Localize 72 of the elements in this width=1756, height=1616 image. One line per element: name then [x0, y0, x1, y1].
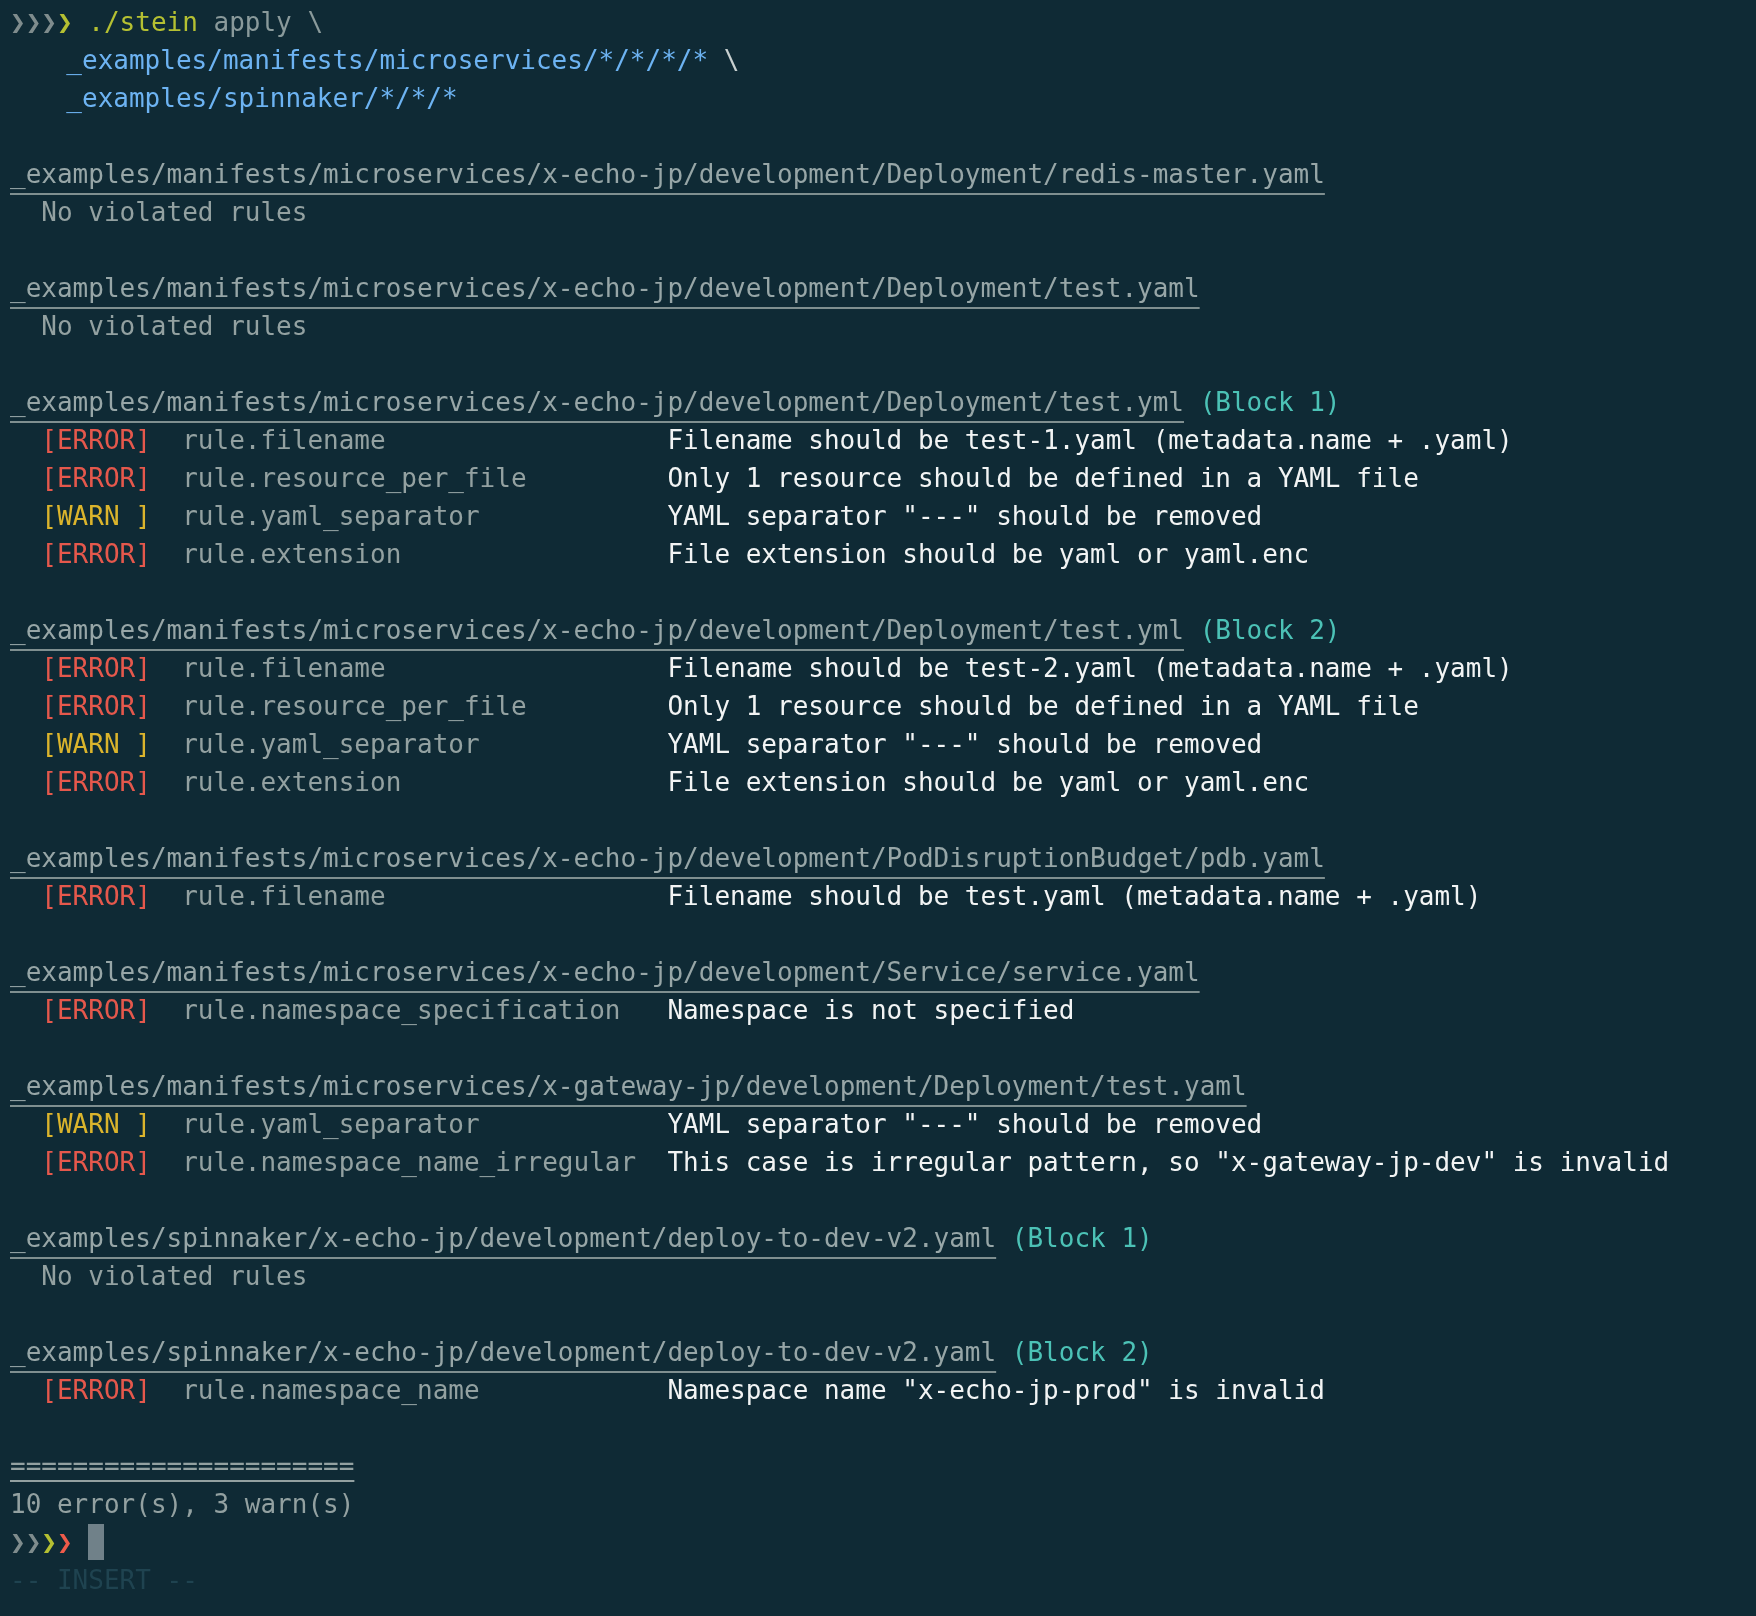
rule-name: rule.resource_per_file	[182, 463, 527, 493]
block-label: (Block 1)	[1199, 386, 1341, 419]
status-message: No violated rules	[41, 310, 308, 343]
prompt-chevron: ❯	[10, 6, 26, 39]
prompt-chevron: ❯	[41, 1526, 57, 1559]
line-continuation: \	[307, 6, 324, 39]
prompt-chevron: ❯	[10, 1526, 26, 1559]
violation-message: Filename should be test-1.yaml (metadata.name + .yaml)	[667, 424, 1513, 457]
severity-tag: [ERROR]	[41, 995, 151, 1025]
violation-message: YAML separator "---" should be removed	[667, 728, 1263, 761]
violation-message: Filename should be test-2.yaml (metadata.name + .yaml)	[667, 652, 1513, 685]
summary-text: 10 error(s), 3 warn(s)	[10, 1488, 355, 1521]
violation-message: Namespace name "x-echo-jp-prod" is invalid	[667, 1374, 1325, 1407]
status-message: No violated rules	[41, 1260, 308, 1293]
prompt-chevron: ❯	[56, 6, 73, 39]
command-argument: _examples/spinnaker/*/*/*	[66, 82, 458, 115]
rule-name: rule.filename	[182, 425, 386, 455]
violation-message: Namespace is not specified	[667, 994, 1075, 1027]
violation-message: Only 1 resource should be defined in a YAML file	[667, 690, 1419, 723]
rule-name: rule.filename	[182, 653, 386, 683]
violation-message: YAML separator "---" should be removed	[667, 1108, 1263, 1141]
separator-line: ======================	[10, 1450, 355, 1483]
violation-message: Only 1 resource should be defined in a YAML file	[667, 462, 1419, 495]
rule-name: rule.resource_per_file	[182, 691, 527, 721]
line-continuation: \	[723, 44, 740, 77]
file-path: _examples/manifests/microservices/x-echo-jp/development/Service/service.yaml	[10, 956, 1200, 989]
rule-name: rule.filename	[182, 881, 386, 911]
cursor-block	[88, 1524, 105, 1560]
severity-tag: [ERROR]	[41, 1375, 151, 1405]
command-argument: _examples/manifests/microservices/*/*/*/*	[66, 44, 709, 77]
severity-tag: [WARN ]	[41, 501, 151, 531]
file-path: _examples/manifests/microservices/x-echo-jp/development/Deployment/redis-master.yaml	[10, 158, 1325, 191]
severity-tag: [ERROR]	[41, 881, 151, 911]
severity-tag: [WARN ]	[41, 1109, 151, 1139]
rule-name: rule.namespace_name	[182, 1375, 480, 1405]
violation-message: File extension should be yaml or yaml.enc	[667, 766, 1310, 799]
violation-message: This case is irregular pattern, so "x-gateway-jp-dev" is invalid	[667, 1146, 1670, 1179]
rule-name: rule.yaml_separator	[182, 729, 480, 759]
severity-tag: [ERROR]	[41, 425, 151, 455]
block-label: (Block 2)	[1011, 1336, 1153, 1369]
severity-tag: [WARN ]	[41, 729, 151, 759]
file-path: _examples/spinnaker/x-echo-jp/development/deploy-to-dev-v2.yaml	[10, 1222, 997, 1255]
file-path: _examples/spinnaker/x-echo-jp/development/deploy-to-dev-v2.yaml	[10, 1336, 997, 1369]
violation-message: YAML separator "---" should be removed	[667, 500, 1263, 533]
rule-name: rule.yaml_separator	[182, 1109, 480, 1139]
file-path: _examples/manifests/microservices/x-echo-jp/development/PodDisruptionBudget/pdb.yaml	[10, 842, 1325, 875]
block-label: (Block 1)	[1011, 1222, 1153, 1255]
file-path: _examples/manifests/microservices/x-echo-jp/development/Deployment/test.yaml	[10, 272, 1200, 305]
file-path: _examples/manifests/microservices/x-gateway-jp/development/Deployment/test.yaml	[10, 1070, 1247, 1103]
violation-message: Filename should be test.yaml (metadata.name + .yaml)	[667, 880, 1482, 913]
command-subcommand: apply	[213, 6, 292, 39]
severity-tag: [ERROR]	[41, 463, 151, 493]
rule-name: rule.yaml_separator	[182, 501, 480, 531]
block-label: (Block 2)	[1199, 614, 1341, 647]
rule-name: rule.namespace_specification	[182, 995, 621, 1025]
severity-tag: [ERROR]	[41, 691, 151, 721]
prompt-chevron: ❯	[25, 6, 42, 39]
severity-tag: [ERROR]	[41, 653, 151, 683]
rule-name: rule.extension	[182, 539, 402, 569]
severity-tag: [ERROR]	[41, 539, 151, 569]
severity-tag: [ERROR]	[41, 1147, 151, 1177]
status-message: No violated rules	[41, 196, 308, 229]
command-program: ./stein	[88, 6, 198, 39]
rule-name: rule.namespace_name_irregular	[182, 1147, 637, 1177]
file-path: _examples/manifests/microservices/x-echo-jp/development/Deployment/test.yml	[10, 386, 1184, 419]
prompt-chevron: ❯	[56, 1526, 73, 1559]
rule-name: rule.extension	[182, 767, 402, 797]
violation-message: File extension should be yaml or yaml.enc	[667, 538, 1310, 571]
prompt-chevron: ❯	[25, 1526, 42, 1559]
prompt-chevron: ❯	[41, 6, 57, 39]
file-path: _examples/manifests/microservices/x-echo-jp/development/Deployment/test.yml	[10, 614, 1184, 647]
severity-tag: [ERROR]	[41, 767, 151, 797]
